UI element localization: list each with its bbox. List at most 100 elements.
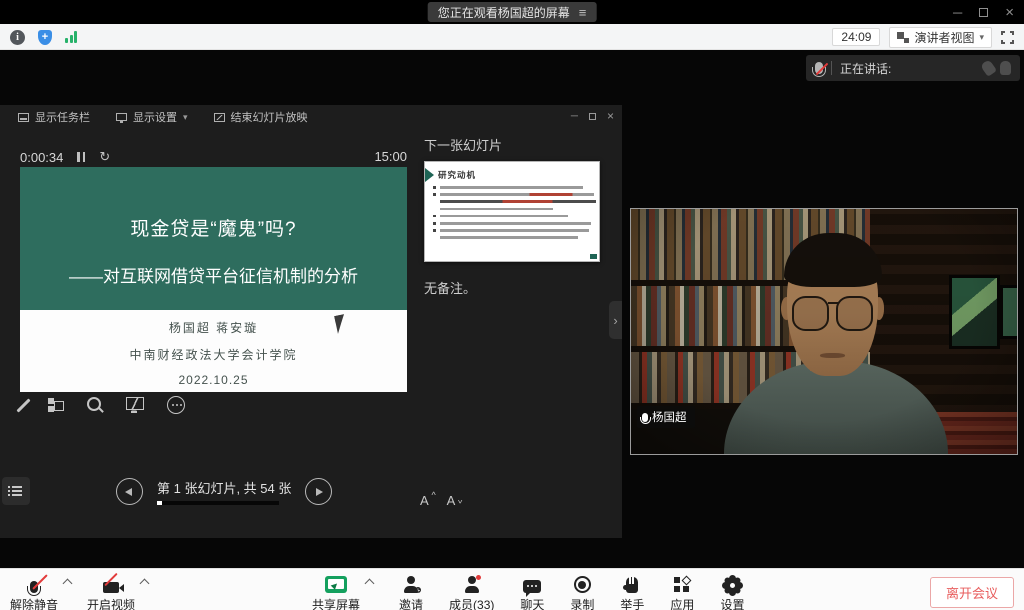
end-slideshow-button[interactable]: 结束幻灯片放映 (214, 109, 308, 125)
slide-title: 现金贷是“魔鬼”吗? (20, 167, 407, 241)
slide-footer-block: 杨国超 蒋安璇 中南财经政法大学会计学院 2022.10.25 (20, 310, 407, 392)
see-all-slides-icon[interactable] (48, 397, 64, 413)
share-screen-icon (325, 576, 347, 593)
slide-progress-bar[interactable] (157, 501, 279, 505)
divider (831, 61, 832, 75)
participant-name-tag: 杨国超 (637, 406, 695, 428)
title-bar: 您正在观看杨国超的屏幕 ≡ ─ × (0, 0, 1024, 24)
apps-grid-icon (674, 577, 690, 593)
share-options-chevron[interactable] (365, 579, 375, 589)
muted-mic-icon (815, 62, 823, 74)
next-slide-button[interactable] (305, 478, 332, 505)
notes-font-buttons: A A (420, 493, 461, 508)
arrow-right-icon (316, 488, 323, 496)
unmute-button[interactable]: 解除静音 (10, 574, 58, 610)
webcam-video[interactable]: 杨国超 (630, 208, 1018, 455)
next-slide-label: 下一张幻灯片 (424, 135, 502, 154)
current-slide[interactable]: 现金贷是“魔鬼”吗? ——对互联网借贷平台征信机制的分析 杨国超 蒋安璇 中南财… (20, 167, 407, 392)
speaking-panel: 正在讲话: (806, 55, 1020, 81)
thumbnail-text-lines (431, 186, 593, 244)
minimize-button[interactable]: ─ (953, 5, 962, 20)
pen-tool-icon[interactable] (16, 398, 30, 412)
record-icon (574, 576, 591, 593)
show-taskbar-button[interactable]: 显示任务栏 (18, 109, 90, 125)
leave-meeting-button[interactable]: 离开会议 (930, 577, 1014, 608)
display-settings-button[interactable]: 显示设置 ▾ (116, 109, 188, 125)
notes-font-smaller-button[interactable]: A (447, 493, 462, 508)
display-icon (116, 113, 127, 121)
close-button[interactable]: × (1005, 4, 1014, 21)
notes-placeholder: 无备注。 (424, 278, 476, 297)
end-slideshow-icon (214, 113, 225, 122)
share-screen-button[interactable]: 共享屏幕 (312, 574, 360, 610)
next-slide-title: 研究动机 (438, 169, 476, 181)
more-options-icon[interactable] (167, 396, 185, 414)
gear-icon (725, 578, 740, 593)
meeting-info-icon[interactable]: i (10, 30, 25, 45)
slide-list-button[interactable] (2, 477, 30, 505)
ppt-close-button[interactable]: × (607, 109, 614, 123)
slide-affiliation: 中南财经政法大学会计学院 (20, 346, 407, 363)
slide-subtitle: ——对互联网借贷平台征信机制的分析 (20, 262, 407, 287)
slide-authors: 杨国超 蒋安璇 (20, 310, 407, 336)
view-mode-label: 演讲者视图 (914, 29, 974, 46)
next-slide-thumbnail[interactable]: 研究动机 (424, 161, 600, 262)
layout-icon (897, 32, 909, 43)
reaction-icons (983, 61, 1011, 75)
pause-timer-button[interactable] (77, 152, 85, 162)
fullscreen-icon[interactable] (1001, 31, 1014, 44)
record-button[interactable]: 录制 (570, 574, 594, 610)
members-icon (463, 576, 481, 593)
annotation-toolbar (22, 393, 185, 417)
watching-label: 您正在观看杨国超的屏幕 (438, 4, 570, 21)
slide-navigation: 第 1 张幻灯片, 共 54 张 (116, 478, 332, 505)
meeting-duration: 24:09 (832, 28, 880, 46)
settings-button[interactable]: 设置 (720, 574, 744, 610)
chevron-down-icon: ▾ (979, 32, 984, 43)
participant-name: 杨国超 (652, 409, 687, 425)
chat-button[interactable]: 聊天 (520, 574, 544, 610)
video-options-chevron[interactable] (140, 579, 150, 589)
slide-title-block: 现金贷是“魔鬼”吗? ——对互联网借贷平台征信机制的分析 (20, 167, 407, 310)
members-button[interactable]: 成员(33) (449, 574, 494, 610)
restart-timer-button[interactable]: ↻ (99, 149, 110, 165)
invite-person-icon: + (402, 576, 420, 593)
apps-button[interactable]: 应用 (670, 574, 694, 610)
notes-font-larger-button[interactable]: A (420, 493, 435, 508)
speaking-label: 正在讲话: (840, 60, 891, 77)
raise-hand-icon (626, 577, 638, 593)
previous-slide-button[interactable] (116, 478, 143, 505)
shared-screen-presenter-view: 显示任务栏 显示设置 ▾ 结束幻灯片放映 ─ × 0:00:34 (0, 105, 622, 538)
chevron-down-icon: ▾ (183, 112, 188, 123)
current-time: 15:00 (340, 149, 407, 164)
hand-icon (1000, 61, 1011, 75)
thumbnail-title-banner: 研究动机 (425, 168, 476, 182)
security-shield-icon[interactable]: + (38, 30, 52, 45)
chevron-banner-icon (425, 168, 434, 182)
taskbar-icon (18, 113, 29, 122)
watching-banner[interactable]: 您正在观看杨国超的屏幕 ≡ (428, 2, 597, 22)
network-signal-icon[interactable] (65, 31, 77, 43)
notification-dot (476, 575, 481, 580)
mic-icon (642, 413, 648, 422)
ppt-restore-button[interactable] (589, 113, 596, 120)
main-stage: 正在讲话: 显示任务栏 显示设置 ▾ 结束幻灯片放映 (0, 50, 1024, 568)
arrow-left-icon (125, 488, 132, 496)
maximize-button[interactable] (979, 8, 988, 17)
elapsed-timer: 0:00:34 (20, 150, 63, 165)
invite-button[interactable]: + 邀请 (399, 574, 423, 610)
zoom-slide-icon[interactable] (87, 397, 103, 413)
ppt-minimize-button[interactable]: ─ (571, 111, 578, 122)
black-screen-icon[interactable] (126, 397, 144, 413)
mic-options-chevron[interactable] (63, 579, 73, 589)
raise-hand-button[interactable]: 举手 (620, 574, 644, 610)
panel-expand-handle[interactable]: › (609, 301, 622, 339)
meeting-toolbar: i + 24:09 演讲者视图 ▾ (0, 24, 1024, 50)
slide-counter: 第 1 张幻灯片, 共 54 张 (157, 478, 291, 497)
start-video-button[interactable]: 开启视频 (87, 574, 135, 610)
meeting-control-bar: 解除静音 开启视频 共享屏幕 + 邀请 成 (0, 568, 1024, 610)
meeting-window: 您正在观看杨国超的屏幕 ≡ ─ × i + 24:09 演讲者视图 ▾ (0, 0, 1024, 610)
switch-window-icon[interactable]: ≡ (579, 6, 587, 19)
hand-icon (980, 59, 997, 77)
view-mode-dropdown[interactable]: 演讲者视图 ▾ (889, 27, 992, 48)
